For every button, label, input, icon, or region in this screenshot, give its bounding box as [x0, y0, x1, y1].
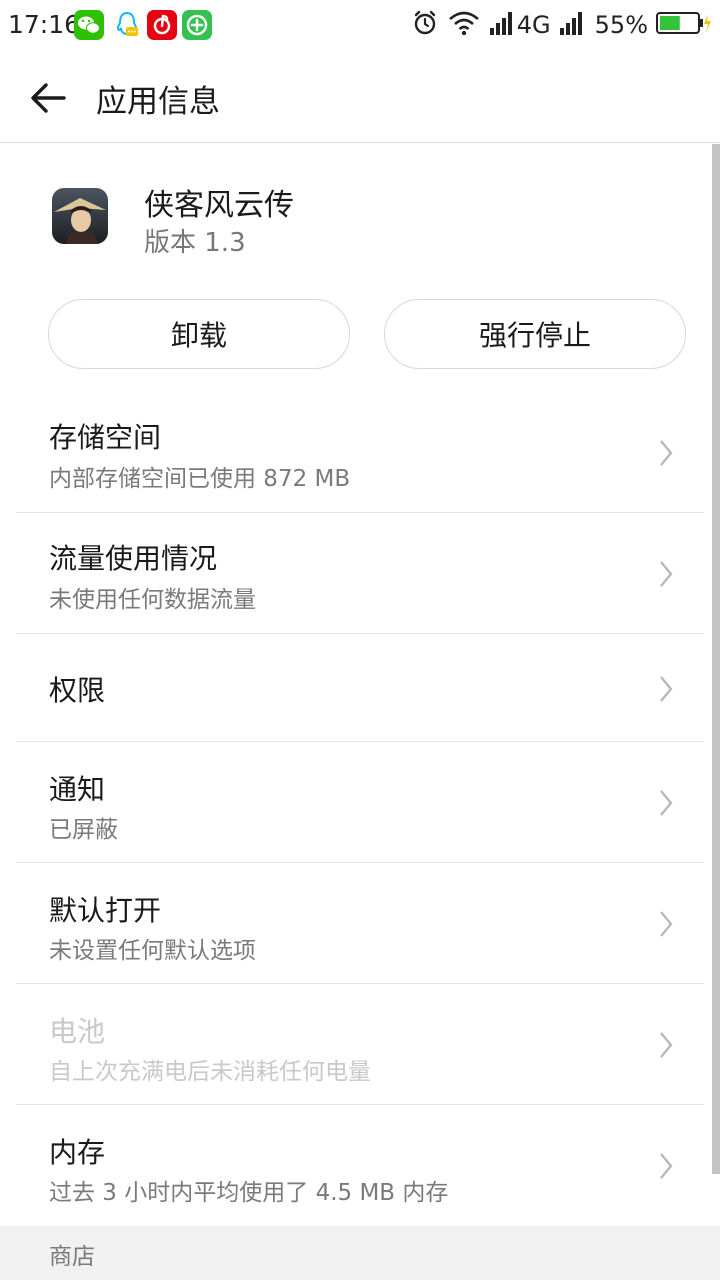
- item-subtitle: 已屏蔽: [49, 817, 118, 843]
- app-bar: 应用信息: [0, 52, 720, 143]
- battery-icon: [656, 11, 712, 39]
- wechat-icon: [74, 10, 104, 40]
- back-button[interactable]: [24, 74, 72, 122]
- item-title: 流量使用情况: [49, 542, 218, 575]
- scrollbar[interactable]: [712, 144, 720, 1174]
- section-title: 商店: [49, 1244, 95, 1270]
- section-header-store: 商店: [0, 1226, 720, 1280]
- qq-icon: [112, 10, 142, 40]
- item-subtitle: 自上次充满电后未消耗任何电量: [49, 1059, 371, 1085]
- settings-item-storage[interactable]: 存储空间 内部存储空间已使用 872 MB: [16, 392, 704, 513]
- item-subtitle: 内部存储空间已使用 872 MB: [49, 466, 351, 492]
- signal-icon-2: [559, 10, 587, 40]
- item-subtitle: 未使用任何数据流量: [49, 587, 256, 613]
- chevron-right-icon: [660, 676, 673, 702]
- app-version: 版本 1.3: [144, 228, 246, 258]
- item-subtitle: 未设置任何默认选项: [49, 938, 256, 964]
- app-icon: [52, 188, 108, 244]
- item-title: 电池: [49, 1015, 106, 1048]
- force-stop-button[interactable]: 强行停止: [384, 299, 686, 369]
- signal-icon: [489, 10, 517, 40]
- item-title: 存储空间: [49, 421, 162, 454]
- item-title: 通知: [49, 773, 106, 806]
- settings-item-battery: 电池 自上次充满电后未消耗任何电量: [16, 984, 704, 1105]
- page-title: 应用信息: [96, 84, 220, 120]
- item-title: 内存: [49, 1136, 106, 1169]
- network-type: 4G: [516, 11, 551, 39]
- alarm-icon: [411, 9, 439, 41]
- uninstall-button[interactable]: 卸载: [48, 299, 350, 369]
- chevron-right-icon: [660, 1032, 673, 1058]
- item-title: 权限: [49, 674, 106, 707]
- settings-item-permissions[interactable]: 权限: [16, 634, 704, 742]
- settings-item-data-usage[interactable]: 流量使用情况 未使用任何数据流量: [16, 513, 704, 634]
- chevron-right-icon: [660, 790, 673, 816]
- chevron-right-icon: [660, 1153, 673, 1179]
- chevron-right-icon: [660, 911, 673, 937]
- netease-music-icon: [147, 10, 177, 40]
- status-time: 17:16: [8, 10, 81, 39]
- wifi-icon: [447, 9, 481, 41]
- plus-app-icon: [182, 10, 212, 40]
- chevron-right-icon: [660, 440, 673, 466]
- item-subtitle: 过去 3 小时内平均使用了 4.5 MB 内存: [49, 1180, 449, 1206]
- chevron-right-icon: [660, 561, 673, 587]
- settings-item-open-by-default[interactable]: 默认打开 未设置任何默认选项: [16, 863, 704, 984]
- settings-item-notifications[interactable]: 通知 已屏蔽: [16, 742, 704, 863]
- battery-percent: 55%: [594, 11, 648, 39]
- back-arrow-icon: [31, 83, 66, 113]
- status-bar: 17:16 4G 55%: [0, 0, 720, 52]
- status-indicators: 4G 55%: [411, 8, 712, 42]
- settings-item-memory[interactable]: 内存 过去 3 小时内平均使用了 4.5 MB 内存: [16, 1105, 704, 1226]
- app-name: 侠客风云传: [144, 188, 294, 223]
- item-title: 默认打开: [49, 894, 162, 927]
